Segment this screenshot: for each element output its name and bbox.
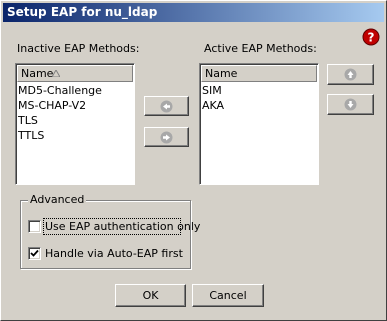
sort-ascending-icon xyxy=(52,70,60,77)
inactive-methods-label: Inactive EAP Methods: xyxy=(17,42,140,55)
move-right-button[interactable] xyxy=(144,127,189,147)
svg-text:?: ? xyxy=(368,31,375,45)
inactive-name-column-header[interactable]: Name xyxy=(17,65,133,82)
active-name-column-header[interactable]: Name xyxy=(201,65,317,82)
help-icon[interactable]: ? xyxy=(362,28,380,46)
eap-only-label[interactable]: Use EAP authentication only xyxy=(45,220,200,233)
list-item[interactable]: SIM xyxy=(202,83,316,98)
list-item[interactable]: AKA xyxy=(202,98,316,113)
move-down-button[interactable] xyxy=(327,94,374,115)
list-item[interactable]: TLS xyxy=(18,113,132,128)
checkmark-icon xyxy=(30,249,39,257)
move-up-button[interactable] xyxy=(327,64,374,85)
arrow-down-icon xyxy=(344,98,357,111)
move-left-button[interactable] xyxy=(144,96,189,116)
inactive-column-header-label: Name xyxy=(21,67,54,80)
title-bar[interactable]: Setup EAP for nu_ldap xyxy=(3,3,384,22)
ok-button-label: OK xyxy=(142,289,159,302)
list-item[interactable]: MD5-Challenge xyxy=(18,83,132,98)
cancel-button[interactable]: Cancel xyxy=(192,284,264,307)
list-item[interactable]: MS-CHAP-V2 xyxy=(18,98,132,113)
dialog-window: Setup EAP for nu_ldap ? Inactive EAP Met… xyxy=(0,0,387,321)
active-methods-list[interactable]: Name SIM AKA xyxy=(199,63,319,185)
cancel-button-label: Cancel xyxy=(209,289,247,302)
arrow-right-icon xyxy=(160,131,173,143)
active-column-header-label: Name xyxy=(205,67,238,80)
window-title: Setup EAP for nu_ldap xyxy=(7,5,158,19)
arrow-up-icon xyxy=(344,68,357,81)
active-methods-label: Active EAP Methods: xyxy=(204,42,317,55)
eap-only-checkbox[interactable] xyxy=(28,220,41,233)
auto-eap-label[interactable]: Handle via Auto-EAP first xyxy=(45,247,183,260)
advanced-legend: Advanced xyxy=(28,193,87,206)
list-item[interactable]: TTLS xyxy=(18,128,132,143)
auto-eap-checkbox[interactable] xyxy=(28,247,41,260)
inactive-methods-list[interactable]: Name MD5-Challenge MS-CHAP-V2 TLS TTLS xyxy=(15,63,135,185)
arrow-left-icon xyxy=(160,100,173,112)
ok-button[interactable]: OK xyxy=(115,284,186,307)
